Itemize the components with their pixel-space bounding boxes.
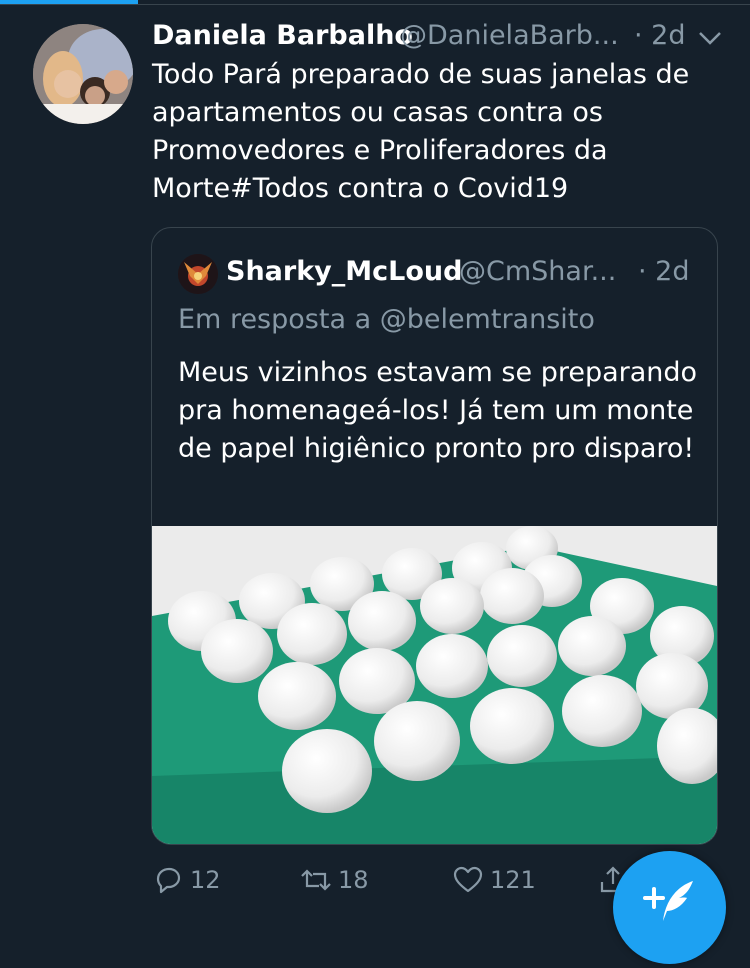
reply-button[interactable]: 12 — [152, 858, 221, 902]
quoted-author-avatar[interactable] — [178, 254, 218, 294]
like-button[interactable]: 121 — [452, 858, 536, 902]
compose-tweet-icon — [643, 881, 693, 921]
chevron-down-icon[interactable] — [697, 28, 723, 48]
quoted-tweet-image[interactable] — [152, 526, 717, 844]
tweet-text: Todo Pará preparado de suas janelas de a… — [152, 59, 690, 204]
retweet-button[interactable]: 18 — [300, 858, 369, 902]
tweet-header: Daniela Barbalho @DanielaBarb... · 2d — [152, 20, 742, 56]
author-avatar[interactable] — [33, 24, 133, 124]
reply-count: 12 — [190, 866, 221, 894]
quoted-tweet-card[interactable]: Sharky_McLoud @CmShar... · 2d Em respost… — [151, 227, 718, 845]
like-count: 121 — [490, 866, 536, 894]
author-name[interactable]: Daniela Barbalho — [152, 20, 413, 51]
retweet-icon — [301, 869, 331, 891]
quoted-author-handle[interactable]: @CmShar... — [459, 256, 616, 287]
author-handle[interactable]: @DanielaBarb... — [400, 20, 619, 51]
tweet-timestamp[interactable]: · 2d — [634, 20, 685, 51]
reply-icon — [156, 867, 181, 894]
top-divider — [0, 4, 750, 5]
quoted-tweet-header: Sharky_McLoud @CmShar... · 2d — [226, 256, 706, 292]
quoted-tweet-text: Meus vizinhos estavam se preparando pra … — [178, 357, 698, 464]
quoted-author-name[interactable]: Sharky_McLoud — [226, 256, 462, 287]
retweet-count: 18 — [338, 866, 369, 894]
heart-icon — [453, 866, 483, 893]
reply-context[interactable]: Em resposta a @belemtransito — [178, 304, 595, 335]
quoted-tweet-timestamp[interactable]: · 2d — [638, 256, 689, 287]
compose-tweet-button[interactable] — [613, 851, 726, 964]
